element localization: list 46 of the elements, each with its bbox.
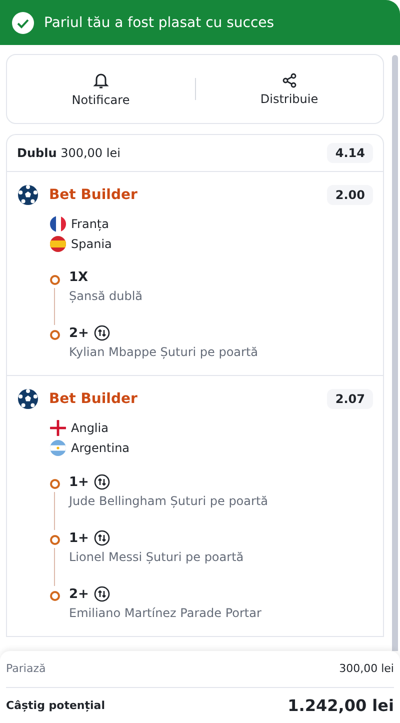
team-name: Anglia xyxy=(71,421,108,435)
scrollbar-thumb[interactable] xyxy=(392,55,398,651)
stake-label: Pariază xyxy=(6,662,46,676)
swap-icon xyxy=(94,530,110,546)
event-title: Bet Builder xyxy=(49,187,138,203)
timeline-dot xyxy=(50,535,60,545)
potential-win-label: Câștig potențial xyxy=(6,698,105,712)
check-icon xyxy=(12,12,34,34)
event-odds: 2.00 xyxy=(327,185,373,205)
team-name: Argentina xyxy=(71,441,130,455)
success-message: Pariul tău a fost plasat cu succes xyxy=(44,14,274,30)
timeline-dot xyxy=(50,479,60,489)
flag-icon xyxy=(50,236,66,252)
timeline-dot xyxy=(50,591,60,601)
swap-icon xyxy=(94,325,110,341)
selection-pick: 1+ xyxy=(69,530,89,546)
stake-value: 300,00 lei xyxy=(339,662,394,676)
selection-market: Kylian Mbappe Șuturi pe poartă xyxy=(69,345,258,359)
selection-market: Lionel Messi Șuturi pe poartă xyxy=(69,550,244,564)
timeline-dot xyxy=(50,330,60,340)
potential-win-value: 1.242,00 lei xyxy=(288,696,394,715)
flag-icon xyxy=(50,420,66,436)
soccer-ball-icon xyxy=(17,184,39,206)
action-button[interactable]: Distribuie xyxy=(196,66,383,112)
team-name: Franța xyxy=(71,217,109,231)
bell-icon xyxy=(92,72,109,88)
event-title: Bet Builder xyxy=(49,391,138,407)
bet-summary: Dublu 300,00 lei xyxy=(17,146,120,160)
timeline-dot xyxy=(50,275,60,285)
swap-icon xyxy=(94,586,110,602)
soccer-ball-icon xyxy=(17,388,39,410)
total-odds: 4.14 xyxy=(327,143,373,163)
selection-pick: 2+ xyxy=(69,586,89,602)
selection-pick: 2+ xyxy=(69,326,89,340)
selection-market: Emiliano Martínez Parade Portar xyxy=(69,606,262,620)
selection-market: Șansă dublă xyxy=(69,289,143,303)
selection-pick: 1X xyxy=(69,270,88,285)
swap-icon xyxy=(94,474,110,490)
flag-icon xyxy=(50,440,66,456)
flag-icon xyxy=(50,216,66,232)
action-button[interactable]: Notificare xyxy=(7,66,194,112)
share-icon xyxy=(282,72,297,88)
team-name: Spania xyxy=(71,237,112,251)
event-odds: 2.07 xyxy=(327,389,373,409)
selection-market: Jude Bellingham Șuturi pe poartă xyxy=(69,494,268,508)
selection-pick: 1+ xyxy=(69,474,89,490)
